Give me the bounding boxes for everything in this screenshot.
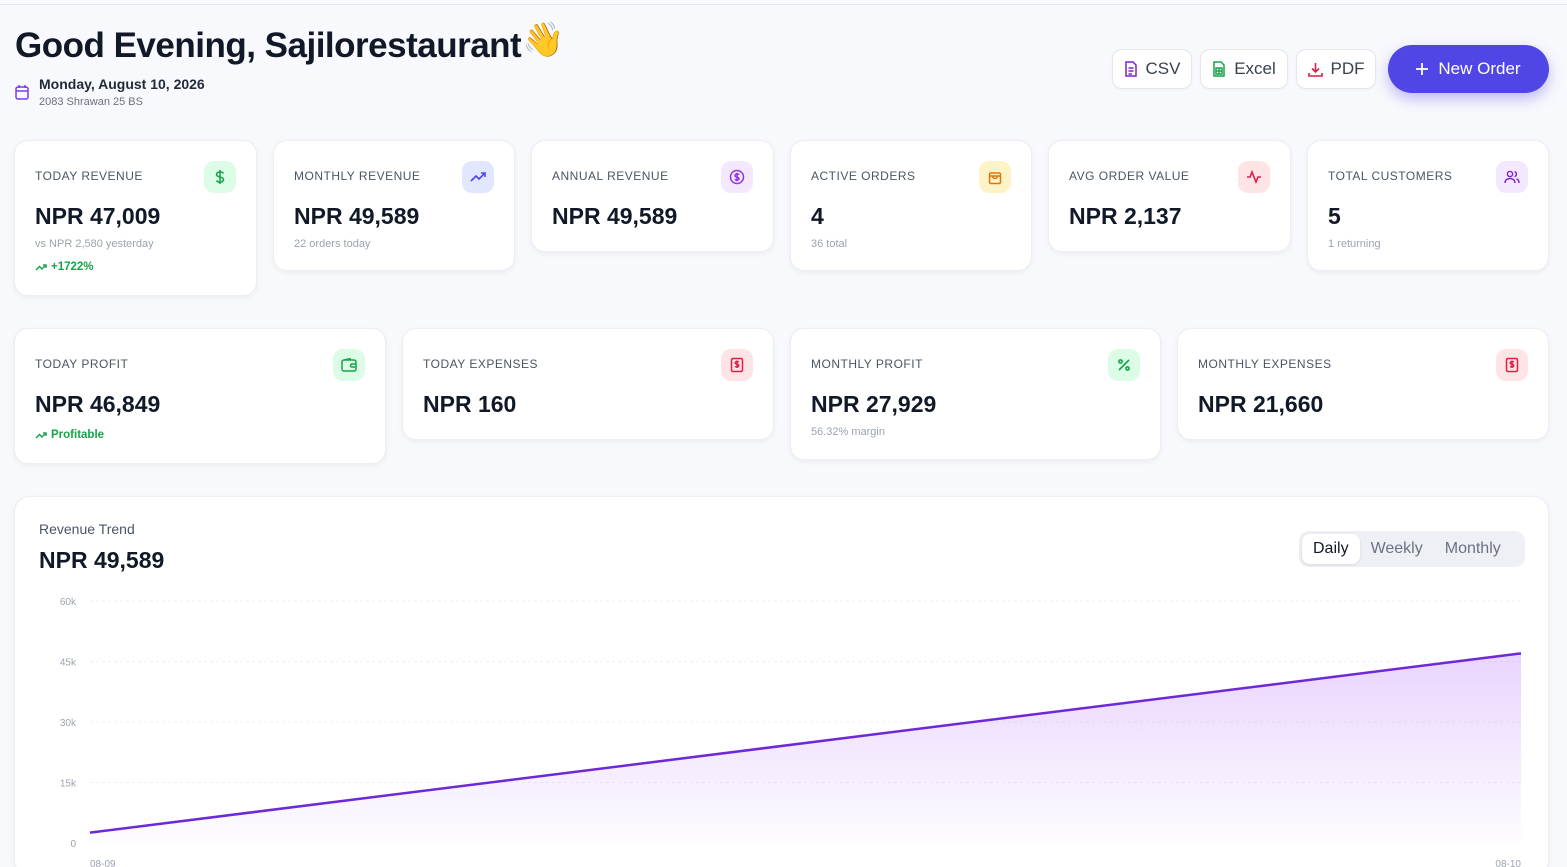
stat-card-monthly-profit: MONTHLY PROFIT NPR 27,929 56.32% margin [790, 328, 1161, 460]
pdf-label: PDF [1330, 59, 1365, 78]
stat-value: NPR 49,589 [294, 203, 420, 229]
trend-value: Profitable [51, 429, 105, 441]
stat-label: MONTHLY EXPENSES [1198, 357, 1332, 371]
receipt-icon [1496, 349, 1528, 381]
stat-value: NPR 27,929 [811, 391, 937, 417]
stat-label: TODAY PROFIT [35, 357, 129, 371]
stat-value: NPR 47,009 [35, 203, 161, 229]
stat-card-annual-revenue: ANNUAL REVENUE NPR 49,589 [531, 140, 774, 252]
trend-value: +1722% [51, 261, 94, 273]
trending-up-icon [35, 264, 47, 271]
y-tick-label: 45k [60, 658, 77, 669]
stat-label: MONTHLY PROFIT [811, 357, 923, 371]
stat-card-today-revenue: TODAY REVENUE NPR 47,009 vs NPR 2,580 ye… [14, 140, 257, 296]
stat-subtext: 36 total [811, 238, 848, 250]
trending-up-icon [35, 432, 47, 439]
stat-subtext: 56.32% margin [811, 426, 885, 438]
trend-indicator: +1722% [35, 261, 94, 273]
stat-value: 5 [1328, 203, 1341, 229]
x-tick-label: 08-09 [90, 859, 116, 867]
nepali-date: 2083 Shrawan 25 BS [39, 96, 143, 108]
y-tick-label: 60k [60, 597, 77, 608]
csv-label: CSV [1145, 59, 1181, 78]
export-csv-button[interactable]: CSV [1112, 49, 1192, 89]
wallet-icon [333, 349, 365, 381]
new-order-label: New Order [1438, 59, 1521, 78]
date-block: Monday, August 10, 2026 2083 Shrawan 25 … [15, 76, 205, 108]
stat-value: NPR 46,849 [35, 391, 161, 417]
stat-card-monthly-revenue: MONTHLY REVENUE NPR 49,589 22 orders tod… [273, 140, 515, 271]
stat-subtext: 22 orders today [294, 238, 371, 250]
shopping-bag-icon [979, 161, 1011, 193]
users-icon [1496, 161, 1528, 193]
stat-value: NPR 160 [423, 391, 517, 417]
receipt-icon [721, 349, 753, 381]
revenue-area [90, 653, 1521, 843]
dollar-icon [204, 161, 236, 193]
y-tick-label: 0 [70, 839, 76, 850]
stat-card-active-orders: ACTIVE ORDERS 4 36 total [790, 140, 1032, 271]
stat-card-today-profit: TODAY PROFIT NPR 46,849 Profitable [14, 328, 386, 464]
export-pdf-button[interactable]: PDF [1296, 49, 1376, 89]
new-order-button[interactable]: New Order [1388, 45, 1549, 93]
stat-label: TODAY EXPENSES [423, 357, 539, 371]
stat-card-monthly-expenses: MONTHLY EXPENSES NPR 21,660 [1177, 328, 1549, 440]
stat-label: ACTIVE ORDERS [811, 169, 916, 183]
file-text-icon [1124, 61, 1137, 77]
stat-value: NPR 49,589 [552, 203, 678, 229]
revenue-area-chart: 0 15k 30k 45k 60k 08-09 08-10 [60, 597, 1522, 867]
revenue-trend-card: Revenue Trend NPR 49,589 Daily Weekly Mo… [14, 496, 1549, 867]
activity-icon [1238, 161, 1270, 193]
y-tick-label: 30k [60, 718, 77, 729]
stat-value: 4 [811, 203, 824, 229]
calendar-icon [15, 85, 29, 100]
stat-value: NPR 2,137 [1069, 203, 1182, 229]
percent-icon [1108, 349, 1140, 381]
stat-card-today-expenses: TODAY EXPENSES NPR 160 [402, 328, 774, 440]
stat-card-total-customers: TOTAL CUSTOMERS 5 1 returning [1307, 140, 1549, 271]
export-excel-button[interactable]: Excel [1200, 49, 1288, 89]
download-icon [1307, 62, 1323, 77]
coin-icon [721, 161, 753, 193]
trending-up-icon [462, 161, 494, 193]
current-date: Monday, August 10, 2026 [39, 76, 205, 92]
stat-label: TOTAL CUSTOMERS [1328, 169, 1453, 183]
spreadsheet-icon [1213, 61, 1225, 77]
stat-label: ANNUAL REVENUE [552, 169, 669, 183]
trend-indicator: Profitable [35, 429, 104, 441]
stat-subtext: 1 returning [1328, 238, 1381, 250]
excel-label: Excel [1234, 59, 1276, 78]
y-tick-label: 15k [60, 779, 77, 790]
wave-emoji: 👋 [522, 21, 565, 59]
page-title: Good Evening, Sajilorestaurant [15, 26, 522, 65]
stat-label: MONTHLY REVENUE [294, 169, 421, 183]
stat-label: AVG ORDER VALUE [1069, 169, 1190, 183]
plus-icon [1416, 63, 1429, 75]
stat-value: NPR 21,660 [1198, 391, 1324, 417]
stat-label: TODAY REVENUE [35, 169, 143, 183]
x-tick-label: 08-10 [1495, 859, 1521, 867]
top-divider [0, 4, 1567, 5]
stat-subtext: vs NPR 2,580 yesterday [35, 238, 154, 250]
stat-card-avg-order-value: AVG ORDER VALUE NPR 2,137 [1048, 140, 1291, 252]
